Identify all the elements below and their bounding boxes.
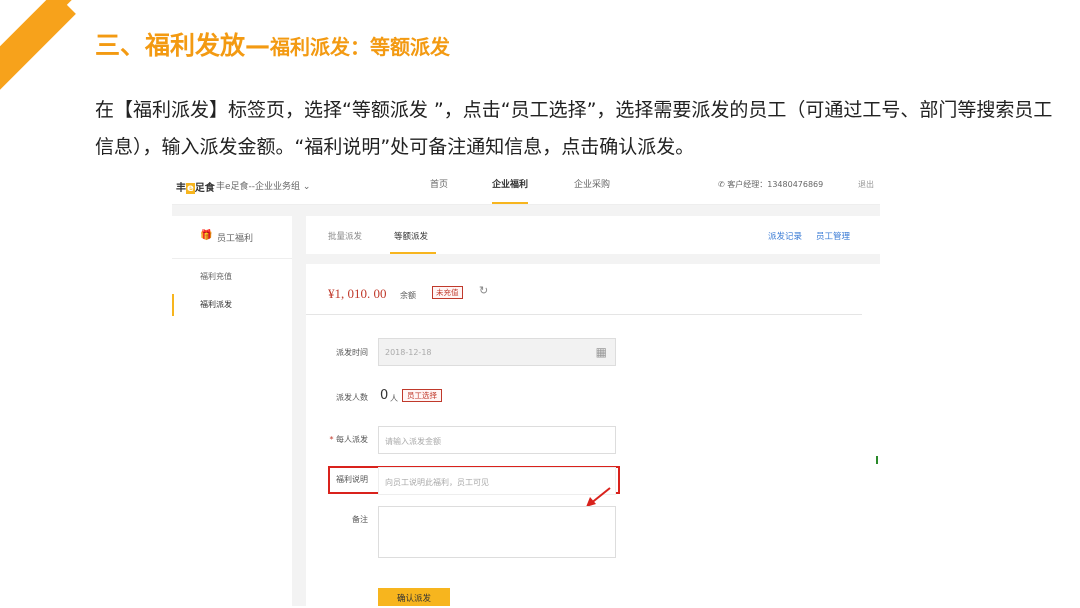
tab-equal-distribute[interactable]: 等额派发 [394, 230, 428, 242]
sidebar: 🎁 员工福利 福利充值 福利派发 [172, 216, 292, 606]
distribute-records-link[interactable]: 派发记录 [768, 230, 802, 242]
nav-enterprise-purchase[interactable]: 企业采购 [574, 170, 610, 204]
sidebar-header: 🎁 员工福利 [172, 216, 292, 259]
confirm-distribute-button[interactable]: 确认派发 [378, 588, 450, 606]
chevron-down-icon: ⌄ [302, 182, 311, 192]
brand-logo[interactable]: 丰e足食 [176, 179, 215, 194]
refresh-icon[interactable]: ↻ [479, 284, 488, 297]
count-unit: 人 [390, 394, 398, 403]
sidebar-header-label: 员工福利 [217, 234, 254, 244]
slide-title: 三、福利发放—福利派发：等额派发 [95, 26, 450, 62]
date-label: 派发时间 [336, 348, 368, 357]
amount-input[interactable]: 请输入派发金额 [378, 426, 616, 454]
sidebar-item-distribute[interactable]: 福利派发 [200, 299, 232, 310]
sidebar-item-recharge[interactable]: 福利充值 [200, 271, 232, 282]
remark-textarea[interactable] [378, 506, 616, 558]
slide-description: 在【福利派发】标签页，选择“等额派发 ”，点击“员工选择”，选择需要派发的员工（… [95, 99, 1053, 158]
corner-decoration [0, 0, 90, 90]
slide-title-main: 三、福利发放— [95, 31, 271, 60]
count-label: 派发人数 [336, 393, 368, 402]
green-marker [876, 456, 878, 464]
employee-management-link[interactable]: 员工管理 [816, 230, 850, 242]
note-label: 福利说明 [336, 475, 368, 484]
top-navigation-bar: 丰e足食 丰e足食--企业业务组 ⌄ 首页 企业福利 企业采购 ✆ 客户经理：1… [172, 170, 880, 205]
nav-enterprise-welfare[interactable]: 企业福利 [492, 170, 529, 204]
calendar-icon[interactable]: ▦ [596, 345, 607, 359]
company-selector[interactable]: 丰e足食--企业业务组 ⌄ [216, 179, 310, 192]
nav-home[interactable]: 首页 [430, 170, 448, 204]
employee-select-button[interactable]: 员工选择 [402, 389, 442, 402]
divider [306, 314, 862, 315]
required-marker: * [329, 435, 334, 444]
app-screenshot: 丰e足食 丰e足食--企业业务组 ⌄ 首页 企业福利 企业采购 ✆ 客户经理：1… [172, 170, 880, 606]
gift-icon: 🎁 [200, 230, 213, 241]
tab-batch-distribute[interactable]: 批量派发 [328, 230, 362, 242]
red-arrow-annotation [586, 487, 611, 507]
account-manager-contact: ✆ 客户经理：13480476869 [718, 180, 824, 189]
recharge-status-badge[interactable]: 未充值 [432, 286, 463, 299]
slide-title-sub: 福利派发：等额派发 [270, 35, 451, 59]
phone-icon: ✆ [718, 180, 725, 189]
date-field[interactable]: 2018-12-18 ▦ [378, 338, 616, 366]
sidebar-active-indicator [172, 294, 174, 316]
remark-label: 备注 [352, 515, 368, 524]
amount-label: * 每人派发 [329, 435, 368, 444]
note-input[interactable]: 向员工说明此福利，员工可见 [378, 467, 616, 495]
balance-amount: ¥1, 010. 00 [328, 286, 387, 301]
logout-link[interactable]: 退出 [858, 179, 874, 190]
main-panel: 批量派发 等额派发 派发记录 员工管理 ¥1, 010. 00 余额 未充值 ↻… [306, 216, 880, 606]
tab-bar: 批量派发 等额派发 派发记录 员工管理 [306, 216, 880, 255]
balance-label: 余额 [400, 291, 416, 300]
count-value: 0 [380, 388, 389, 403]
